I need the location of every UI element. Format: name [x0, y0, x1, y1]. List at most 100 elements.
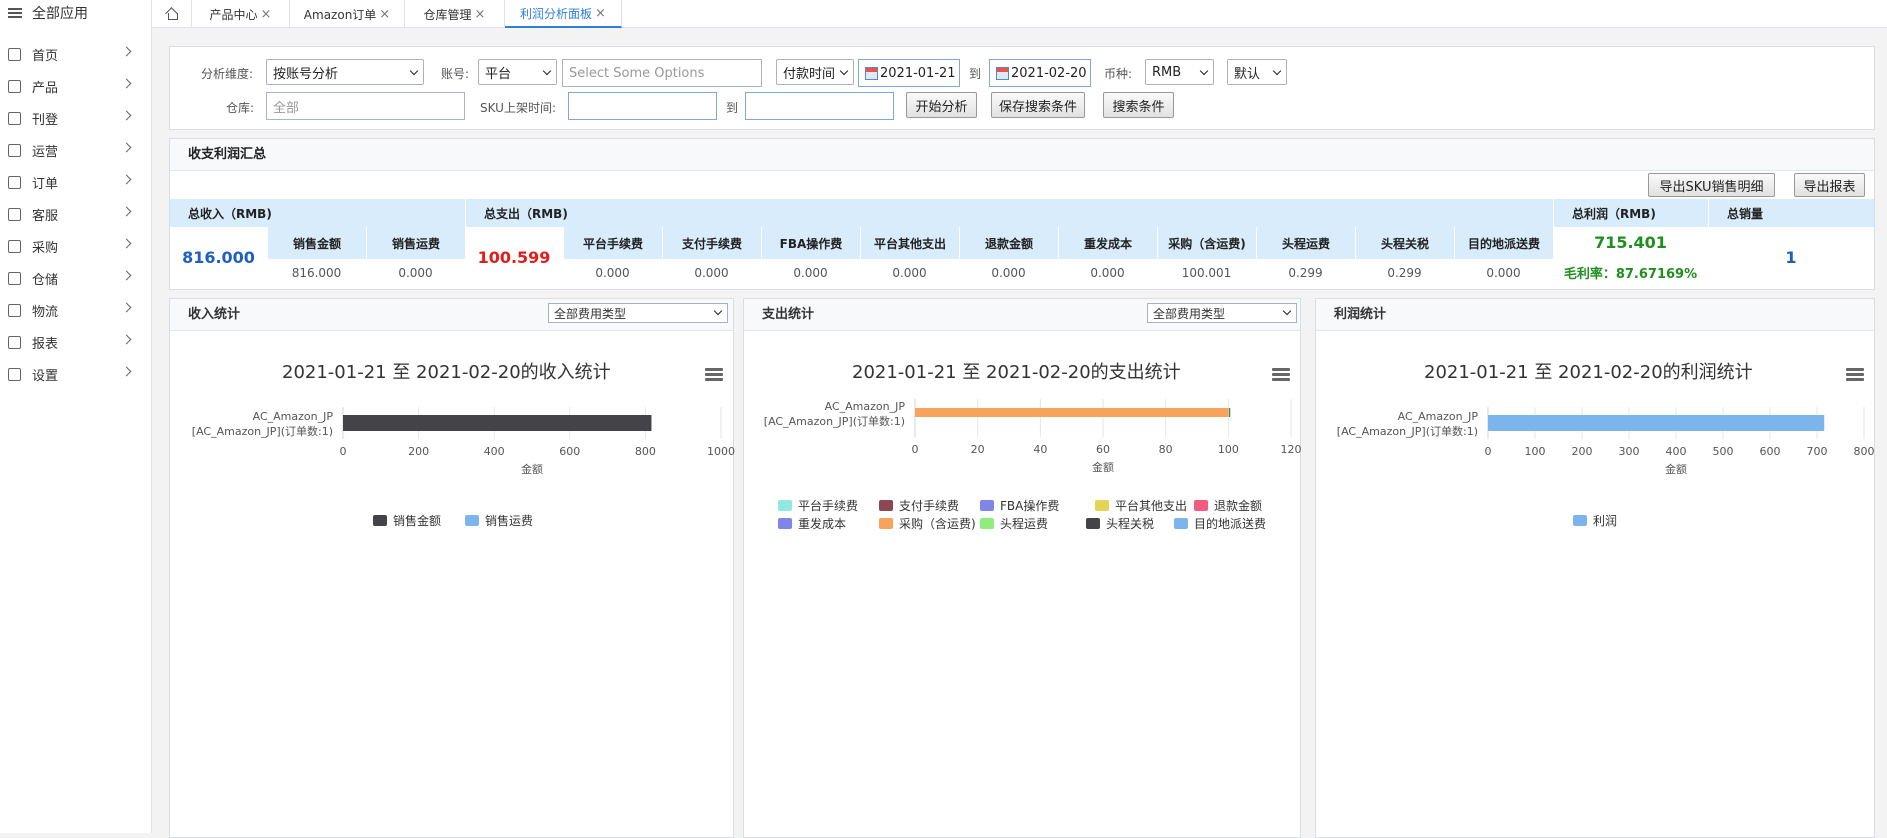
warehouse-label: 仓库:	[226, 101, 255, 115]
profit-header: 总利润（RMB)	[1553, 199, 1708, 227]
export-sku-button[interactable]: 导出SKU销售明细	[1648, 173, 1775, 197]
date-from-input[interactable]: 2021-01-21	[858, 59, 960, 87]
profit-total: 715.401	[1594, 232, 1667, 252]
legend-item[interactable]: 销售金额	[373, 512, 441, 529]
legend-swatch	[1194, 500, 1208, 511]
legend-item[interactable]: 采购（含运费)	[879, 515, 976, 532]
sidebar-item-label: 运营	[32, 144, 59, 160]
warehouse-input[interactable]: 全部	[266, 92, 465, 120]
close-icon[interactable]: ×	[475, 7, 486, 22]
legend-label: FBA操作费	[1000, 499, 1060, 513]
chevron-right-icon	[121, 270, 132, 281]
legend-item[interactable]: 目的地派送费	[1174, 515, 1266, 532]
tab-warehouse[interactable]: 仓库管理 ×	[405, 0, 505, 28]
purchase-cost-header: 采购（含运费)	[1157, 227, 1256, 259]
account-options-input[interactable]: Select Some Options	[562, 59, 762, 87]
tab-profit-dashboard[interactable]: 利润分析面板 ×	[505, 0, 622, 28]
sidebar-item-operation[interactable]: 运营	[0, 138, 152, 162]
chevron-down-icon	[409, 66, 419, 76]
legend-label: 重发成本	[798, 517, 847, 531]
sku-time-to-input[interactable]	[745, 92, 894, 120]
platform-other-value: 0.000	[892, 266, 927, 280]
search-conditions-button[interactable]: 搜索条件	[1103, 92, 1174, 118]
x-axis-label: 金额	[1665, 462, 1687, 476]
legend-item[interactable]: FBA操作费	[980, 497, 1059, 514]
legend-swatch	[778, 500, 792, 511]
tab-product-center[interactable]: 产品中心 ×	[192, 0, 290, 28]
dimension-select[interactable]: 按账号分析	[266, 59, 424, 85]
category-label: AC_Amazon_JP	[1398, 410, 1479, 423]
legend-item[interactable]: 利润	[1573, 512, 1617, 529]
sales-amount-header: 销售金额	[267, 227, 366, 259]
x-tick-label: 200	[1572, 445, 1593, 458]
income-panel: 收入统计 全部费用类型 2021-01-21 至 2021-02-20的收入统计…	[169, 298, 735, 838]
profit-panel: 利润统计 2021-01-21 至 2021-02-20的利润统计 0 100 20…	[1315, 298, 1875, 838]
sku-time-from-input[interactable]	[568, 92, 717, 120]
legend-item[interactable]: 退款金额	[1194, 497, 1262, 514]
expense-panel: 支出统计 全部费用类型 2021-01-21 至 2021-02-20的支出统计…	[743, 298, 1302, 838]
x-tick-label: 700	[1807, 445, 1828, 458]
sidebar-item-service[interactable]: 客服	[0, 202, 152, 226]
legend-swatch	[1573, 515, 1587, 526]
sidebar-item-label: 刊登	[32, 112, 59, 128]
category-label: AC_Amazon_JP	[253, 410, 334, 423]
sidebar-item-logistics[interactable]: 物流	[0, 298, 152, 322]
close-icon[interactable]: ×	[379, 7, 390, 22]
legend-item[interactable]: 销售运费	[465, 512, 533, 529]
chevron-right-icon	[121, 142, 132, 153]
to-label-2: 到	[726, 101, 739, 115]
sidebar-item-product[interactable]: 产品	[0, 74, 152, 98]
x-axis-label: 金额	[1092, 460, 1114, 474]
x-axis-label: 金额	[521, 462, 543, 476]
account-label: 账号:	[441, 67, 470, 81]
sidebar-item-purchase[interactable]: 采购	[0, 234, 152, 258]
chevron-right-icon	[121, 78, 132, 89]
legend-item[interactable]: 头程运费	[980, 515, 1048, 532]
legend-item[interactable]: 重发成本	[778, 515, 846, 532]
sales-total: 1	[1785, 247, 1797, 267]
income-chart: 0 200 400 600 800 1000 AC_Amazon_JP [AC_Amazon_…	[192, 407, 735, 476]
date-to-input[interactable]: 2021-02-20	[989, 59, 1091, 87]
chevron-down-icon	[1272, 66, 1282, 76]
tab-amazon-orders[interactable]: Amazon订单 ×	[290, 0, 405, 28]
to-label: 到	[969, 67, 982, 81]
save-search-button[interactable]: 保存搜索条件	[991, 92, 1085, 118]
sidebar-item-label: 订单	[32, 176, 59, 192]
close-icon[interactable]: ×	[595, 6, 606, 21]
start-analysis-button[interactable]: 开始分析	[906, 92, 977, 118]
sidebar-item-settings[interactable]: 设置	[0, 362, 152, 386]
income-total: 816.000	[182, 247, 255, 267]
legend-label: 销售金额	[393, 514, 442, 528]
sales-header: 总销量	[1708, 199, 1874, 227]
sidebar-item-label: 采购	[32, 240, 59, 256]
legend-item[interactable]: 平台手续费	[778, 497, 858, 514]
legend-item[interactable]: 头程关税	[1086, 515, 1154, 532]
account-select[interactable]: 平台	[478, 59, 557, 85]
export-report-button[interactable]: 导出报表	[1794, 173, 1865, 197]
default-select[interactable]: 默认	[1227, 59, 1287, 85]
sidebar-item-warehouse[interactable]: 仓储	[0, 266, 152, 290]
legend-item[interactable]: 平台其他支出	[1095, 497, 1187, 514]
refund-value: 0.000	[991, 266, 1026, 280]
all-apps-button[interactable]: 全部应用	[0, 0, 151, 26]
payment-fee-header: 支付手续费	[662, 227, 761, 259]
sidebar-item-publish[interactable]: 刊登	[0, 106, 152, 130]
time-type-select[interactable]: 付款时间	[776, 59, 854, 85]
legend-item[interactable]: 支付手续费	[879, 497, 959, 514]
x-tick-label: 40	[1033, 443, 1047, 456]
sidebar: 全部应用 首页产品刊登运营订单客服采购仓储物流报表设置	[0, 0, 152, 833]
fba-fee-value: 0.000	[793, 266, 828, 280]
bar-0	[1488, 415, 1825, 431]
purchase-cost-value: 100.001	[1181, 266, 1232, 280]
sidebar-item-home[interactable]: 首页	[0, 42, 152, 66]
sidebar-item-order[interactable]: 订单	[0, 170, 152, 194]
tab-home[interactable]	[152, 0, 192, 28]
home-icon	[8, 47, 21, 61]
last-mile-fee-value: 0.000	[1486, 266, 1521, 280]
close-icon[interactable]: ×	[261, 7, 272, 22]
currency-select[interactable]: RMB	[1145, 59, 1214, 85]
sidebar-item-report[interactable]: 报表	[0, 330, 152, 354]
legend-swatch	[1086, 518, 1100, 529]
margin-rate: 毛利率：87.67169%	[1563, 266, 1698, 282]
x-tick-label: 400	[1666, 445, 1687, 458]
